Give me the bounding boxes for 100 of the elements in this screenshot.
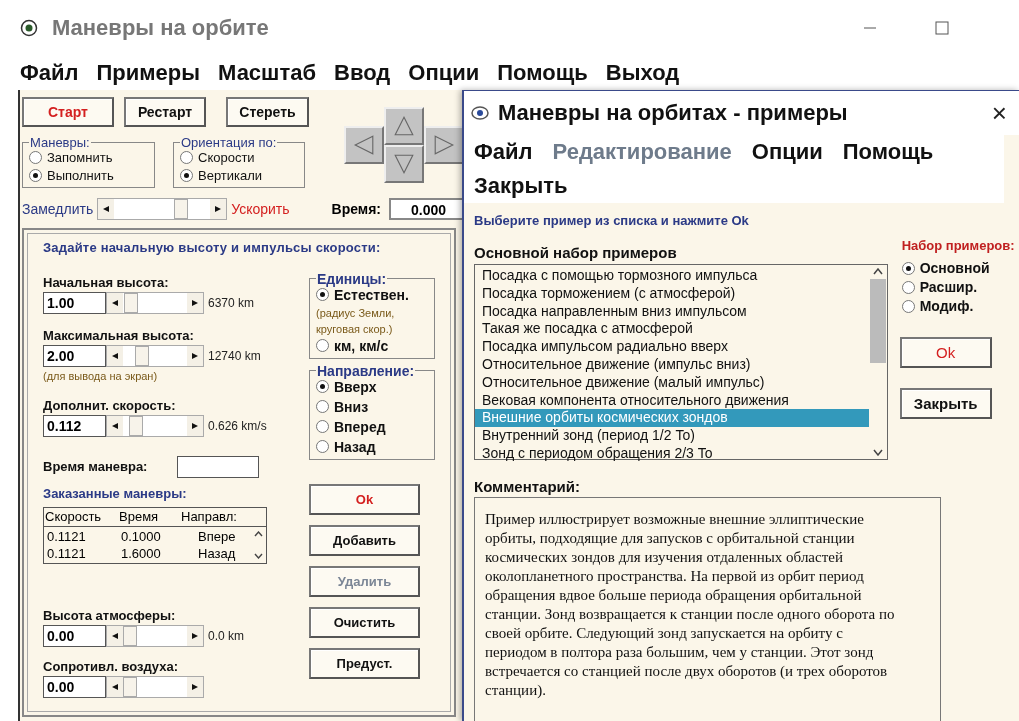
- radio-option[interactable]: Вниз: [316, 398, 428, 415]
- value-reading: 0.626 km/s: [208, 418, 267, 433]
- list-item[interactable]: Внутренний зонд (период 1/2 To): [475, 427, 869, 445]
- menu-item[interactable]: Файл: [474, 135, 533, 169]
- right-arrow-icon: [191, 681, 199, 692]
- scroll-up-icon[interactable]: [872, 268, 883, 275]
- up-arrow-button[interactable]: [384, 107, 424, 145]
- list-item[interactable]: Посадка с помощью тормозного импульса: [475, 267, 869, 285]
- menu-item[interactable]: Помощь: [842, 135, 934, 169]
- panel-heading: Задайте начальную высоту и импульсы скорости:: [43, 240, 382, 257]
- scrollbar-thumb[interactable]: [129, 415, 143, 436]
- scrollbar-thumb[interactable]: [869, 279, 886, 363]
- maximize-icon[interactable]: [935, 20, 949, 35]
- menu-item[interactable]: Примеры: [96, 55, 201, 90]
- value-reading: 6370 km: [208, 295, 255, 310]
- menu-item[interactable]: Выход: [605, 55, 680, 90]
- value-reading: 12740 km: [208, 348, 261, 363]
- table-cell-text: Назад: [197, 545, 237, 563]
- value-field[interactable]: 0.00: [43, 624, 106, 647]
- field-label: Дополнит. скорость:: [43, 397, 177, 413]
- list-item[interactable]: Посадка торможением (с атмосферой): [475, 284, 869, 303]
- dialog-title: Маневры на орбитах - примеры: [498, 100, 848, 126]
- maneuver-time-field[interactable]: [177, 455, 260, 478]
- faster-label: Ускорить: [231, 201, 290, 217]
- dialog-button[interactable]: Закрыть: [899, 388, 992, 419]
- menu-item[interactable]: Масштаб: [218, 55, 317, 90]
- action-button[interactable]: Очистить: [309, 606, 420, 638]
- scrollbar-thumb[interactable]: [123, 625, 137, 646]
- close-button[interactable]: ×: [991, 97, 1007, 129]
- radio-option[interactable]: Скорости: [180, 150, 298, 165]
- right-arrow-button[interactable]: [424, 126, 464, 164]
- section-title: Заказанные маневры:: [43, 485, 188, 501]
- left-arrow-icon: [111, 297, 119, 308]
- table-cell-text: 0.1121: [46, 528, 87, 546]
- field-label: Сопротивл. воздуха:: [43, 658, 180, 674]
- action-button[interactable]: Добавить: [309, 524, 420, 556]
- toolbar-button[interactable]: Старт: [22, 97, 114, 127]
- radio-option[interactable]: Вверх: [316, 378, 428, 395]
- left-arrow-icon: [111, 681, 119, 692]
- scrollbar-thumb[interactable]: [123, 676, 137, 697]
- radio-option[interactable]: км, км/с: [316, 337, 428, 354]
- scroll-up-icon[interactable]: [253, 530, 263, 537]
- menu-item[interactable]: Ввод: [334, 55, 391, 90]
- scroll-down-icon[interactable]: [253, 552, 263, 559]
- list-item[interactable]: Посадка импульсом радиально вверх: [475, 338, 869, 356]
- list-item[interactable]: Зонд с периодом обращения 2/3 To: [475, 444, 869, 463]
- radio-option[interactable]: Назад: [316, 438, 428, 455]
- menu-item[interactable]: Опции: [751, 135, 823, 169]
- list-item[interactable]: Относительное движение (малый импульс): [475, 373, 869, 392]
- list-item[interactable]: Такая же посадка с атмосферой: [475, 320, 869, 339]
- radio-option[interactable]: Модиф.: [901, 298, 1019, 314]
- field-note: (для вывода на экран): [43, 369, 159, 382]
- radio-option[interactable]: Вертикали: [180, 168, 298, 183]
- value-field[interactable]: 0.112: [43, 414, 106, 437]
- value-field[interactable]: 0.00: [43, 675, 106, 698]
- table-cell-text: 0.1000: [120, 528, 162, 546]
- action-button[interactable]: Предуст.: [309, 647, 420, 679]
- radio-option[interactable]: Естествен.: [316, 286, 428, 303]
- scrollbar-thumb[interactable]: [135, 345, 149, 366]
- menu-item[interactable]: Опции: [408, 55, 480, 90]
- comment-title: Комментарий:: [474, 478, 581, 495]
- scroll-down-icon[interactable]: [872, 449, 883, 456]
- group-title: Маневры:: [29, 135, 91, 150]
- window-title: Маневры на орбите: [52, 14, 269, 41]
- toolbar-button[interactable]: Стереть: [226, 97, 309, 127]
- radio-option[interactable]: Запомнить: [29, 150, 148, 165]
- action-button[interactable]: Ok: [309, 483, 420, 515]
- toolbar-button[interactable]: Рестарт: [124, 97, 206, 127]
- list-item[interactable]: Вековая компонента относительного движения: [475, 391, 869, 410]
- left-triangle-icon: [353, 134, 375, 156]
- radio-option[interactable]: Основной: [901, 260, 1019, 276]
- right-triangle-icon: [433, 134, 455, 156]
- menu-item[interactable]: Файл: [20, 55, 79, 90]
- menu-item[interactable]: Закрыть: [474, 169, 568, 203]
- group-title: Направление:: [316, 362, 416, 379]
- column-header: Скорость: [44, 509, 103, 524]
- menu-item[interactable]: Помощь: [497, 55, 588, 90]
- comment-text: Пример иллюстрирует возможные внешние эллиптические орбиты, подходящие для запусков с орбитальной станции космических зондов для изучения отдаленных областей околопланетного пространства. На первой из орбит период обращения вдвое больше периода обращения орбитальной станции. Зонд возвращается к станции после одного оборота по своей орбите. Следующий зонд запускается на орбиту с периодом в полтора раза большим, чем у станции. Этот зонд встречается со станцией после двух оборотов (и трех оборотов станции).: [474, 497, 941, 721]
- right-arrow-icon: [191, 630, 199, 641]
- value-field[interactable]: 2.00: [43, 344, 106, 367]
- down-arrow-button[interactable]: [384, 145, 424, 183]
- up-triangle-icon: [393, 115, 415, 137]
- group-title: Единицы:: [316, 270, 388, 287]
- time-label: Время:: [331, 201, 381, 217]
- list-item[interactable]: Посадка направленным вниз импульсом: [475, 302, 869, 321]
- field-label: Начальная высота:: [43, 274, 170, 290]
- scrollbar-thumb[interactable]: [124, 292, 138, 313]
- orbit-icon: [470, 104, 490, 122]
- column-header: Направл:: [180, 509, 238, 524]
- value-field[interactable]: 1.00: [43, 291, 106, 314]
- left-arrow-button[interactable]: [344, 126, 384, 164]
- table-cell-text: 0.1121: [46, 545, 87, 563]
- group-title: Ориентация по:: [180, 135, 278, 150]
- left-arrow-icon: [111, 630, 119, 641]
- dialog-button[interactable]: Ok: [899, 337, 992, 368]
- radio-option[interactable]: Вперед: [316, 418, 428, 435]
- radio-option[interactable]: Выполнить: [29, 168, 148, 183]
- radio-option[interactable]: Расшир.: [901, 279, 1019, 295]
- field-label: Время маневра:: [43, 459, 148, 474]
- list-item[interactable]: Относительное движение (импульс вниз): [475, 356, 869, 374]
